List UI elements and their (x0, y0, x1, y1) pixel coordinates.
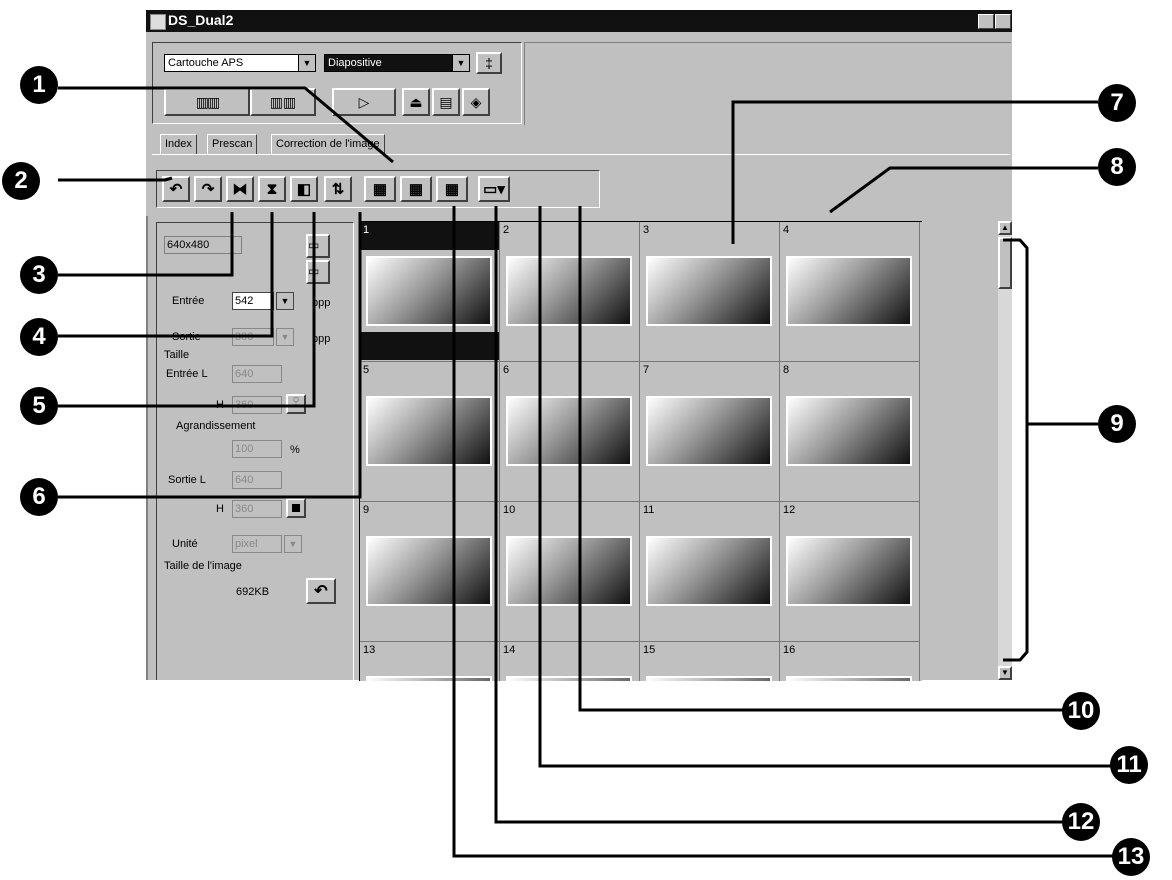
callout-badge-10: 10 (1062, 692, 1100, 730)
callout-badge-8: 8 (1098, 148, 1136, 186)
callout-line-5 (58, 212, 316, 408)
callout-line-11 (538, 206, 1118, 768)
callout-badge-6: 6 (20, 478, 58, 516)
callout-badge-11: 11 (1110, 746, 1148, 784)
callout-line-7 (731, 100, 1098, 244)
callout-line-1 (58, 86, 394, 164)
callout-line-3 (58, 212, 234, 277)
callout-line-13 (452, 206, 1118, 858)
callout-line-10 (578, 206, 1070, 712)
callout-badge-2: 2 (2, 162, 40, 200)
callout-badge-3: 3 (20, 256, 58, 294)
callout-bracket-9 (1003, 238, 1029, 662)
callout-line-8 (829, 166, 1098, 214)
callout-badge-7: 7 (1098, 84, 1136, 122)
callout-badge-5: 5 (20, 387, 58, 425)
callout-line-2 (58, 176, 173, 182)
callout-badge-9: 9 (1098, 405, 1136, 443)
callout-line-12 (494, 206, 1070, 824)
callout-badge-12: 12 (1062, 803, 1100, 841)
callout-lines (58, 86, 1118, 858)
callout-badge-13: 13 (1112, 838, 1150, 876)
callout-badge-1: 1 (20, 66, 58, 104)
callout-badge-4: 4 (20, 318, 58, 356)
